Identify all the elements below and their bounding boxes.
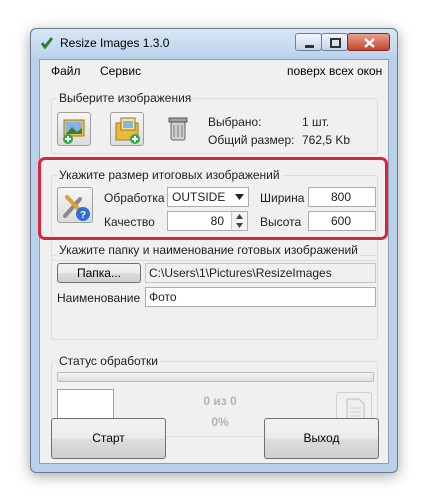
progress-bar [57, 372, 374, 382]
folder-path-field: C:\Users\1\Pictures\ResizeImages [145, 263, 376, 283]
close-icon [364, 38, 375, 48]
app-checkmark-icon [40, 37, 54, 50]
clear-list-button[interactable] [162, 112, 196, 146]
minimize-icon [305, 45, 314, 48]
add-images-button[interactable] [57, 112, 91, 146]
name-label: Наименование [57, 291, 141, 305]
select-images-label: Выберите изображения [57, 91, 194, 105]
add-image-icon [63, 119, 85, 144]
minimize-button[interactable] [295, 33, 322, 51]
maximize-button[interactable] [321, 33, 348, 51]
exit-button[interactable]: Выход [264, 418, 379, 459]
total-size-value: 762,5 Kb [302, 133, 351, 147]
menu-bar: Файл Сервис поверх всех окон [40, 60, 388, 82]
selected-value: 1 шт. [302, 115, 330, 129]
close-button[interactable] [347, 33, 390, 51]
client-area: Файл Сервис поверх всех окон Выберите из… [39, 59, 389, 464]
highlight-frame [38, 157, 388, 240]
app-window: Resize Images 1.3.0 Файл Сервис поверх в… [30, 28, 398, 473]
name-input[interactable]: Фото [145, 287, 376, 307]
menu-service[interactable]: Сервис [100, 64, 141, 78]
title-bar[interactable]: Resize Images 1.3.0 [31, 29, 397, 57]
folder-path-value: C:\Users\1\Pictures\ResizeImages [149, 266, 332, 280]
status-group-label: Статус обработки [57, 354, 160, 368]
menu-file[interactable]: Файл [51, 64, 81, 78]
selected-label: Выбрано: [208, 115, 262, 129]
always-on-top-toggle[interactable]: поверх всех окон [287, 64, 382, 78]
window-title: Resize Images 1.3.0 [60, 36, 170, 50]
add-folder-button[interactable] [110, 112, 144, 146]
total-size-label: Общий размер: [208, 133, 295, 147]
folder-button[interactable]: Папка... [57, 263, 141, 283]
trash-icon [168, 117, 188, 141]
add-folder-images-icon [115, 117, 140, 144]
name-value: Фото [149, 290, 177, 304]
start-button[interactable]: Старт [51, 418, 166, 459]
output-group-label: Укажите папку и наименование готовых изо… [57, 243, 360, 257]
progress-percent: 0% [211, 415, 229, 429]
processed-count: 0 из 0 [203, 394, 237, 408]
maximize-icon [330, 38, 341, 48]
